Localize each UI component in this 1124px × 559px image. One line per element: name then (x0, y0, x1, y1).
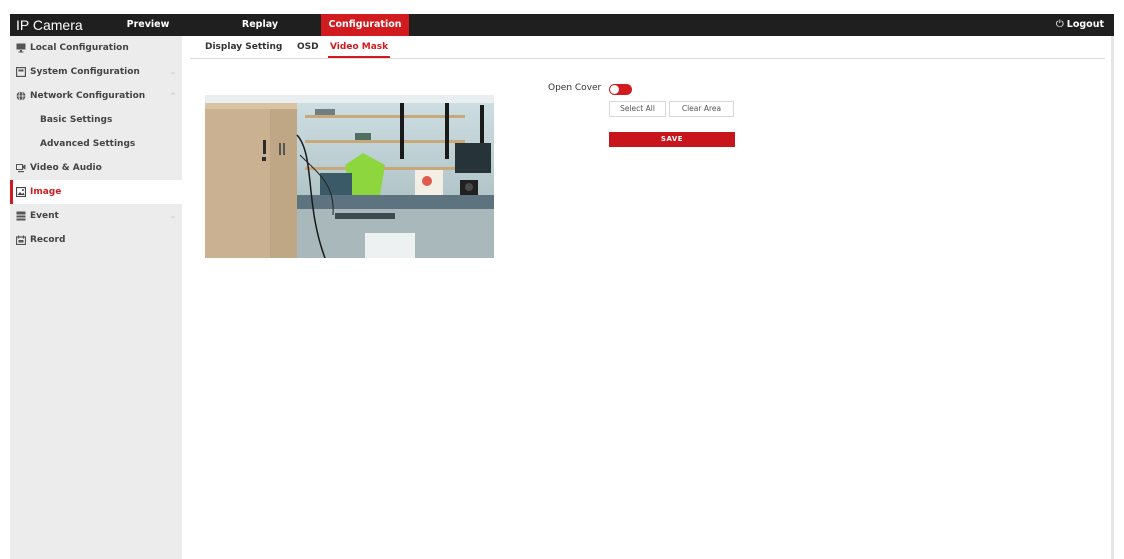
sidebar-item-label: Image (30, 187, 62, 197)
monitor-icon (16, 43, 26, 53)
sidebar: Local Configuration System Configuration… (10, 36, 182, 559)
globe-icon (16, 91, 26, 101)
image-icon (16, 187, 26, 197)
camera-scene-image (205, 95, 494, 258)
chevron-down-icon: ⌄ (170, 68, 176, 76)
sidebar-item-label: Video & Audio (30, 163, 102, 173)
open-cover-toggle[interactable] (609, 84, 632, 95)
sidebar-item-network-configuration[interactable]: Network Configuration ^ (10, 84, 182, 108)
event-icon (16, 211, 26, 221)
sidebar-item-video-audio[interactable]: Video & Audio (10, 156, 182, 180)
sidebar-item-label: Local Configuration (30, 43, 129, 53)
top-bar: IP Camera Preview Replay Configuration ⏻… (10, 14, 1114, 36)
select-all-button[interactable]: Select All (609, 101, 666, 117)
sidebar-item-basic-settings[interactable]: Basic Settings (10, 108, 182, 132)
tab-divider (190, 58, 1105, 59)
sidebar-item-label: Record (30, 235, 66, 245)
sidebar-item-advanced-settings[interactable]: Advanced Settings (10, 132, 182, 156)
sidebar-item-event[interactable]: Event ⌄ (10, 204, 182, 228)
chevron-down-icon: ⌄ (170, 212, 176, 220)
sidebar-item-label: Event (30, 211, 59, 221)
sidebar-item-label: Network Configuration (30, 91, 146, 101)
sidebar-item-label: Advanced Settings (40, 139, 136, 149)
sidebar-item-label: Basic Settings (40, 115, 113, 125)
sidebar-item-system-configuration[interactable]: System Configuration ⌄ (10, 60, 182, 84)
nav-replay[interactable]: Replay (220, 14, 300, 36)
logout-label: Logout (1066, 19, 1104, 30)
record-icon (16, 235, 26, 245)
tab-video-mask[interactable]: Video Mask (328, 40, 391, 58)
sidebar-item-label: System Configuration (30, 67, 140, 77)
chevron-up-icon: ^ (170, 92, 176, 100)
scrollbar-track[interactable] (1111, 36, 1114, 559)
sidebar-item-local-configuration[interactable]: Local Configuration (10, 36, 182, 60)
save-button[interactable]: SAVE (609, 132, 735, 147)
tab-osd[interactable]: OSD (297, 40, 319, 58)
sidebar-item-record[interactable]: Record (10, 228, 182, 252)
logout-button[interactable]: ⏻ Logout (1056, 14, 1104, 36)
power-icon: ⏻ (1055, 19, 1064, 30)
clear-area-button[interactable]: Clear Area (669, 101, 734, 117)
video-preview[interactable] (205, 95, 494, 258)
system-icon (16, 67, 26, 77)
tab-display-setting[interactable]: Display Setting (205, 40, 282, 58)
app-title: IP Camera (16, 17, 83, 33)
open-cover-label: Open Cover (548, 83, 602, 93)
video-audio-icon (16, 164, 26, 173)
sidebar-item-image[interactable]: Image (10, 180, 182, 204)
nav-preview[interactable]: Preview (123, 14, 173, 36)
nav-configuration[interactable]: Configuration (321, 14, 409, 36)
toggle-knob (610, 85, 619, 94)
